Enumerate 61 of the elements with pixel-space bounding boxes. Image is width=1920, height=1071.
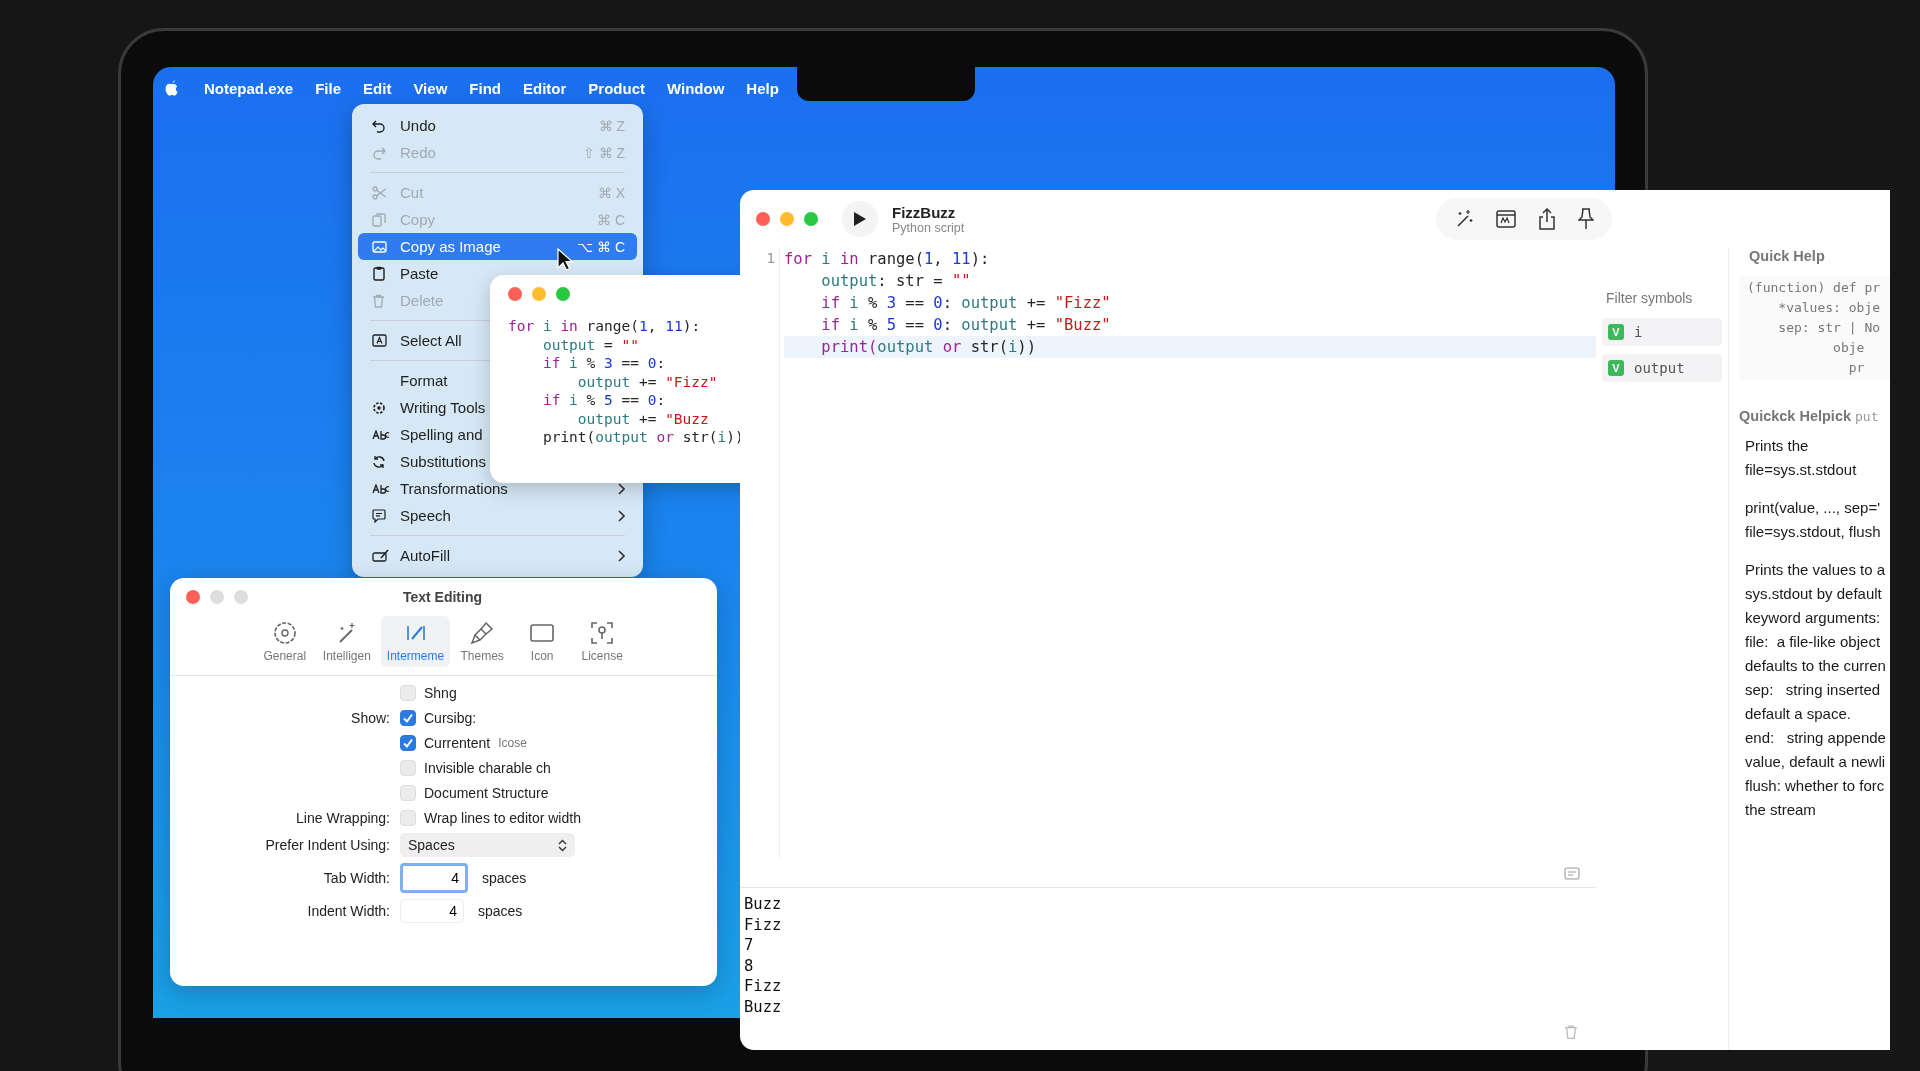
code-line: for i in range(1, 11): <box>784 249 991 270</box>
help-text-line: keyword arguments: <box>1745 608 1882 628</box>
checkbox-label: Invisible charable ch <box>424 759 551 776</box>
help-text-line: file: a file-like object <box>1745 632 1882 652</box>
symbol-name: output <box>1634 360 1685 376</box>
document-subtitle: Python script <box>892 220 966 235</box>
checkbox-label: Document Structure <box>424 784 549 801</box>
checkbox-label: Shng <box>424 684 457 701</box>
code-line: if i % 5 == 0: <box>541 391 667 410</box>
console-line: 7 <box>744 935 755 956</box>
console-line: Fizz <box>744 976 783 997</box>
unit-label: spaces <box>478 903 523 919</box>
help-text-line: end: string appende <box>1745 728 1887 748</box>
symbol-name: i <box>1634 324 1643 340</box>
checkbox-label: Cursibg: <box>424 709 477 726</box>
code-line: sep: str | No <box>1777 319 1882 337</box>
console-line: Fizz <box>744 914 783 935</box>
code-line: if i % 3 == 0: output += "Fizz" <box>820 293 1112 314</box>
help-text-line: flush: whether to forc <box>1745 776 1886 796</box>
checkbox-label: Currentent <box>424 734 491 751</box>
setting-label: Line Wrapping: <box>296 809 390 826</box>
setting-label: Indent Width: <box>307 903 390 919</box>
help-text-line: Prints the <box>1745 436 1810 456</box>
code-line: pr <box>1847 359 1866 377</box>
help-text-line: Prints the values to a <box>1745 560 1887 580</box>
setting-label: Show: <box>351 709 390 726</box>
code-line: obje <box>1832 339 1866 357</box>
code-line: output: str = "" <box>820 271 972 292</box>
code-line: output = "" <box>541 335 640 354</box>
window-title: Text Editing <box>402 589 483 605</box>
checkbox-label: Wrap lines to editor width <box>424 809 581 826</box>
code-line: for i in range(1, 11): <box>508 317 702 336</box>
console-line: Buzz <box>744 894 783 915</box>
help-text-line: defaults to the curren <box>1745 656 1887 676</box>
help-text-line: the stream <box>1745 800 1817 820</box>
help-text-line: value, default a newli <box>1745 752 1887 772</box>
console-line: Buzz <box>744 996 783 1017</box>
help-text-line: file=sys.stdout, flush <box>1745 522 1882 542</box>
unit-label: spaces <box>482 870 527 886</box>
line-number: 1 <box>766 250 775 266</box>
document-title: FizzBuzz <box>892 203 957 221</box>
help-text-line: default a space. <box>1745 704 1852 724</box>
code-line: *values: obje <box>1777 299 1882 317</box>
setting-label: Tab Width: <box>323 870 390 886</box>
help-text-line: file=sys.st.stdout <box>1745 460 1858 480</box>
code-fragment: put <box>1855 409 1879 424</box>
help-text-line: sep: string inserted <box>1745 680 1882 700</box>
code-line: output += "Fizz" <box>576 372 719 391</box>
code-line: (function) def pr <box>1747 279 1882 297</box>
panel-title: Quick Help <box>1748 248 1826 266</box>
code-line: output += "Buzz <box>576 409 710 428</box>
variable-badge: V <box>1608 324 1624 340</box>
code-line: if i % 3 == 0: <box>541 354 667 373</box>
panel-title: Quickck Helpick <box>1739 408 1852 424</box>
console-line: 8 <box>744 955 755 976</box>
code-line: if i % 5 == 0: output += "Buzz" <box>820 315 1112 336</box>
variable-badge: V <box>1608 360 1624 376</box>
help-text-line: sys.stdout by default <box>1745 584 1883 604</box>
help-text-line: print(value, ..., sep=' <box>1745 498 1881 518</box>
tooltip-text: Icose <box>498 735 527 750</box>
setting-label: Prefer Indent Using: <box>265 837 390 853</box>
